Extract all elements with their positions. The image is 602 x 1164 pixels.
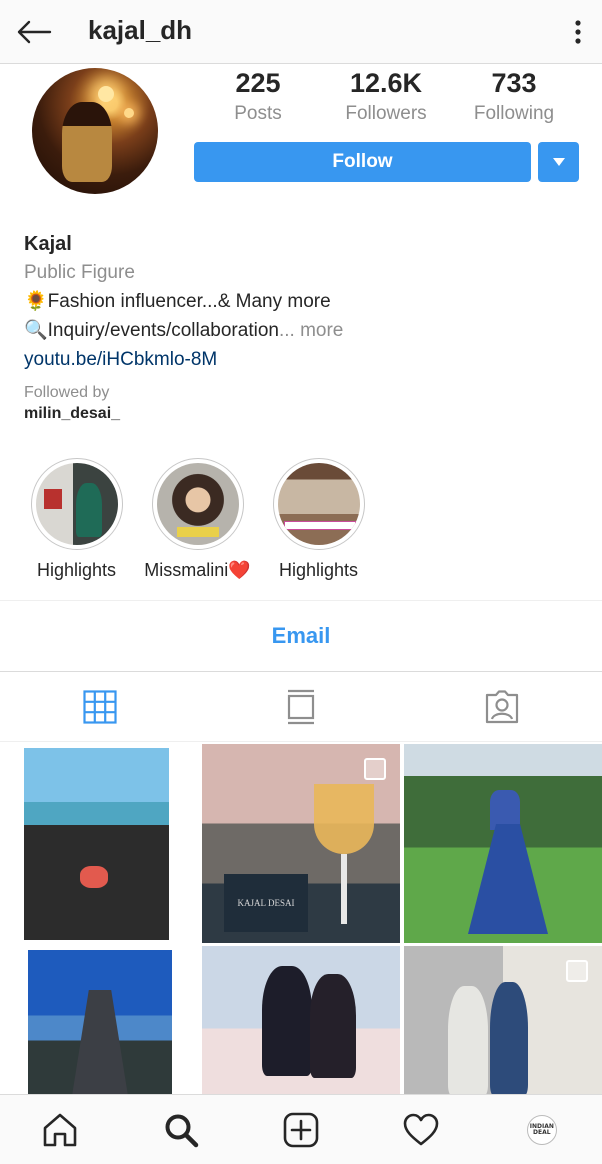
arrow-left-icon [17, 20, 52, 44]
avatar-photo-detail [124, 108, 134, 118]
profile-tabs [0, 672, 602, 742]
bio-text: 🔍Inquiry/events/collaboration [24, 320, 279, 341]
add-icon [283, 1112, 319, 1147]
highlight-cover [277, 463, 360, 545]
post-thumbnail[interactable] [202, 946, 400, 1096]
post-thumbnail[interactable] [404, 946, 602, 1096]
profile-bio: Kajal Public Figure 🌻Fashion influencer.… [24, 230, 584, 425]
profile-display-name: Kajal [24, 233, 72, 255]
nav-home[interactable] [0, 1095, 120, 1164]
back-button[interactable] [14, 14, 54, 50]
post-image-detail [448, 986, 488, 1096]
post-image [28, 950, 172, 1096]
feed-icon [287, 689, 315, 724]
post-thumbnail[interactable]: KAJAL DESAI [202, 744, 400, 943]
nav-search[interactable] [120, 1095, 240, 1164]
stat-label: Followers [345, 103, 427, 124]
highlight-item[interactable]: Missmalini❤️ [137, 458, 258, 581]
stat-value: 12.6K [349, 68, 423, 98]
highlight-item[interactable]: Highlights [258, 458, 379, 581]
home-icon [43, 1113, 77, 1146]
stat-label: Following [473, 103, 555, 124]
stat-posts[interactable]: 225 Posts [194, 66, 322, 130]
post-thumbnail[interactable] [404, 744, 602, 943]
post-thumbnail[interactable] [0, 744, 199, 943]
profile-avatar[interactable] [32, 68, 158, 194]
profile-username: kajal_dh [88, 15, 193, 45]
follow-button[interactable]: Follow [194, 142, 531, 182]
bio-text-line: 🔍Inquiry/events/collaboration... more [24, 317, 584, 345]
post-image-detail [314, 784, 374, 854]
more-options-button[interactable] [566, 14, 590, 50]
stat-followers[interactable]: 12.6K Followers [322, 66, 450, 130]
highlight-item[interactable]: Highlights [16, 458, 137, 581]
bio-more-link[interactable]: ... more [279, 320, 343, 341]
bio-website-link[interactable]: youtu.be/iHCbkmlo-8M [24, 346, 584, 374]
story-highlights: Highlights Missmalini❤️ Highlights [16, 458, 379, 581]
highlight-cover [156, 463, 239, 545]
tab-grid[interactable] [0, 672, 201, 741]
post-image-detail [310, 974, 356, 1078]
post-image [24, 748, 169, 940]
avatar-photo-detail [98, 86, 114, 102]
post-image-detail [341, 854, 347, 924]
post-image-detail [262, 966, 312, 1076]
highlight-label: Missmalini❤️ [144, 560, 251, 580]
tagged-icon [485, 689, 518, 723]
post-image-caption: KAJAL DESAI [224, 874, 308, 932]
stat-value: 225 [235, 68, 281, 98]
tab-feed[interactable] [201, 672, 402, 741]
highlight-ring [30, 458, 123, 550]
nav-activity[interactable] [361, 1095, 481, 1164]
profile-category: Public Figure [24, 262, 135, 283]
search-icon [165, 1114, 198, 1147]
bottom-navigation: INDIAN DEAL [0, 1094, 602, 1164]
multiple-photos-icon [566, 960, 588, 982]
bio-text-line: 🌻Fashion influencer...& Many more [24, 291, 331, 312]
multiple-photos-icon [364, 758, 386, 780]
stat-following[interactable]: 733 Following [450, 66, 578, 130]
nav-create[interactable] [241, 1095, 361, 1164]
grid-icon [83, 689, 117, 724]
followed-by-user[interactable]: milin_desai_ [24, 403, 584, 425]
email-button[interactable]: Email [0, 601, 602, 671]
heart-icon [404, 1113, 439, 1145]
caret-down-icon [552, 158, 565, 166]
highlight-ring [151, 458, 244, 550]
top-bar: kajal_dh [0, 0, 602, 64]
tab-tagged[interactable] [401, 672, 602, 741]
stat-value: 733 [491, 68, 537, 98]
suggested-accounts-button[interactable] [538, 142, 579, 182]
highlight-cover [35, 463, 118, 545]
avatar-photo-figure [62, 102, 112, 182]
highlight-label: Highlights [278, 560, 359, 580]
followed-by-label: Followed by [24, 384, 110, 401]
more-vertical-icon [575, 20, 581, 44]
profile-avatar-icon: INDIAN DEAL [526, 1114, 557, 1145]
highlight-ring [272, 458, 365, 550]
stat-label: Posts [234, 103, 282, 124]
highlight-label: Highlights [36, 560, 117, 580]
avatar-text: INDIAN DEAL [529, 1122, 554, 1136]
nav-profile[interactable]: INDIAN DEAL [482, 1095, 602, 1164]
post-image-detail [468, 824, 548, 934]
post-thumbnail[interactable] [0, 946, 199, 1096]
post-image-detail [490, 982, 528, 1096]
profile-stats: 225 Posts 12.6K Followers 733 Following [194, 66, 578, 130]
